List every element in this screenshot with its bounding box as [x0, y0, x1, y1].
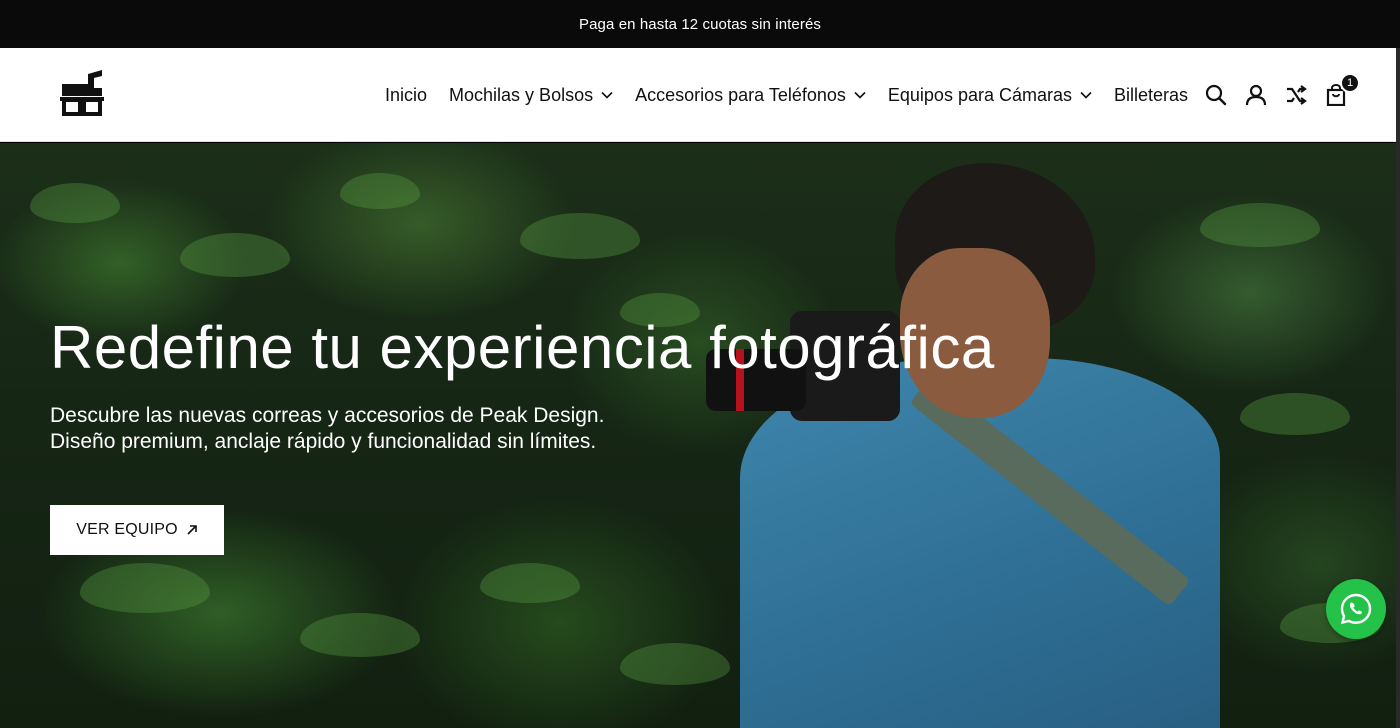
whatsapp-button[interactable]	[1326, 579, 1386, 639]
nav-item-accesorios[interactable]: Accesorios para Teléfonos	[635, 85, 866, 106]
chevron-down-icon	[854, 91, 866, 99]
hero-banner: Redefine tu experiencia fotográfica Desc…	[0, 143, 1396, 728]
cta-label: VER EQUIPO	[76, 521, 178, 538]
nav-label: Equipos para Cámaras	[887, 84, 1072, 105]
scrollbar[interactable]	[1396, 48, 1400, 728]
search-button[interactable]	[1200, 79, 1232, 111]
chevron-down-icon	[601, 91, 613, 99]
search-icon	[1205, 84, 1227, 106]
compare-button[interactable]	[1280, 79, 1312, 111]
header-icons: 1	[1200, 48, 1360, 142]
arrow-up-right-icon	[187, 525, 197, 535]
store-logo[interactable]	[58, 70, 108, 120]
account-icon	[1245, 84, 1267, 106]
announcement-bar: Paga en hasta 12 cuotas sin interés	[0, 0, 1400, 48]
hero-title: Redefine tu experiencia fotográfica	[50, 314, 995, 381]
nav-label: Inicio	[385, 84, 428, 105]
cart-count-badge: 1	[1340, 73, 1360, 93]
nav-label: Mochilas y Bolsos	[449, 84, 594, 105]
hero-subtitle-line-2: Diseño premium, anclaje rápido y funcion…	[50, 430, 597, 453]
account-button[interactable]	[1240, 79, 1272, 111]
nav-item-billeteras[interactable]: Billeteras	[1114, 85, 1188, 106]
main-nav: Inicio Mochilas y Bolsos Accesorios para…	[385, 48, 1210, 142]
hero-subtitle-line-1: Descubre las nuevas correas y accesorios…	[50, 404, 605, 427]
logo-icon	[60, 70, 104, 116]
cart-button[interactable]: 1	[1320, 73, 1360, 111]
announcement-text: Paga en hasta 12 cuotas sin interés	[579, 15, 821, 33]
chevron-down-icon	[1080, 91, 1092, 99]
nav-item-mochilas[interactable]: Mochilas y Bolsos	[449, 85, 613, 106]
ver-equipo-button[interactable]: VER EQUIPO	[50, 505, 224, 555]
whatsapp-icon	[1340, 593, 1372, 625]
hero-subtitle: Descubre las nuevas correas y accesorios…	[50, 403, 604, 455]
shuffle-icon	[1287, 85, 1307, 105]
nav-label: Accesorios para Teléfonos	[635, 84, 846, 105]
site-header: Inicio Mochilas y Bolsos Accesorios para…	[0, 48, 1396, 142]
nav-label: Billeteras	[1114, 84, 1189, 105]
nav-item-inicio[interactable]: Inicio	[385, 85, 427, 106]
nav-item-equipos[interactable]: Equipos para Cámaras	[888, 85, 1092, 106]
